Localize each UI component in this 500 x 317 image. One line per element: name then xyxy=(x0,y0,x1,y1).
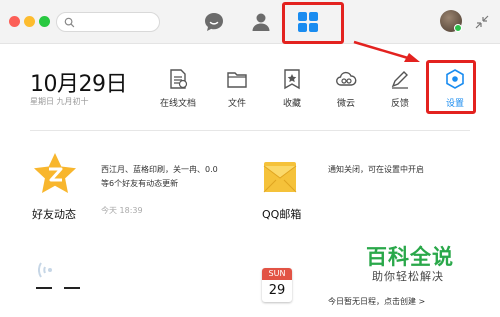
section-divider xyxy=(30,130,470,131)
calendar-day: 29 xyxy=(268,283,286,298)
watermark-title: 百科全说 xyxy=(366,245,454,269)
placeholder-dash xyxy=(64,287,80,289)
mail-envelope-icon[interactable] xyxy=(262,156,298,194)
friends-star-icon[interactable] xyxy=(32,151,78,197)
calendar-icon[interactable]: SUN 29 xyxy=(262,268,292,302)
friends-update-line2: 等6个好友有动态更新 xyxy=(101,179,179,188)
mail-notice-text: 通知关闭，可在设置中开启 xyxy=(328,165,424,174)
placeholder-dash xyxy=(36,287,52,289)
mail-card-title[interactable]: QQ邮箱 xyxy=(262,206,301,222)
friends-update-time: 今天 18:39 xyxy=(101,206,143,215)
calendar-empty-text[interactable]: 今日暂无日程，点击创建 > xyxy=(328,295,425,309)
friends-card-title[interactable]: 好友动态 xyxy=(32,206,76,222)
watermark-subtitle: 助你轻松解决 xyxy=(372,270,444,283)
satellite-icon xyxy=(38,262,52,278)
calendar-month: SUN xyxy=(262,268,292,280)
friends-update-line1: 西江月、蓝格印刷，关一冉、0.0 xyxy=(101,165,218,174)
